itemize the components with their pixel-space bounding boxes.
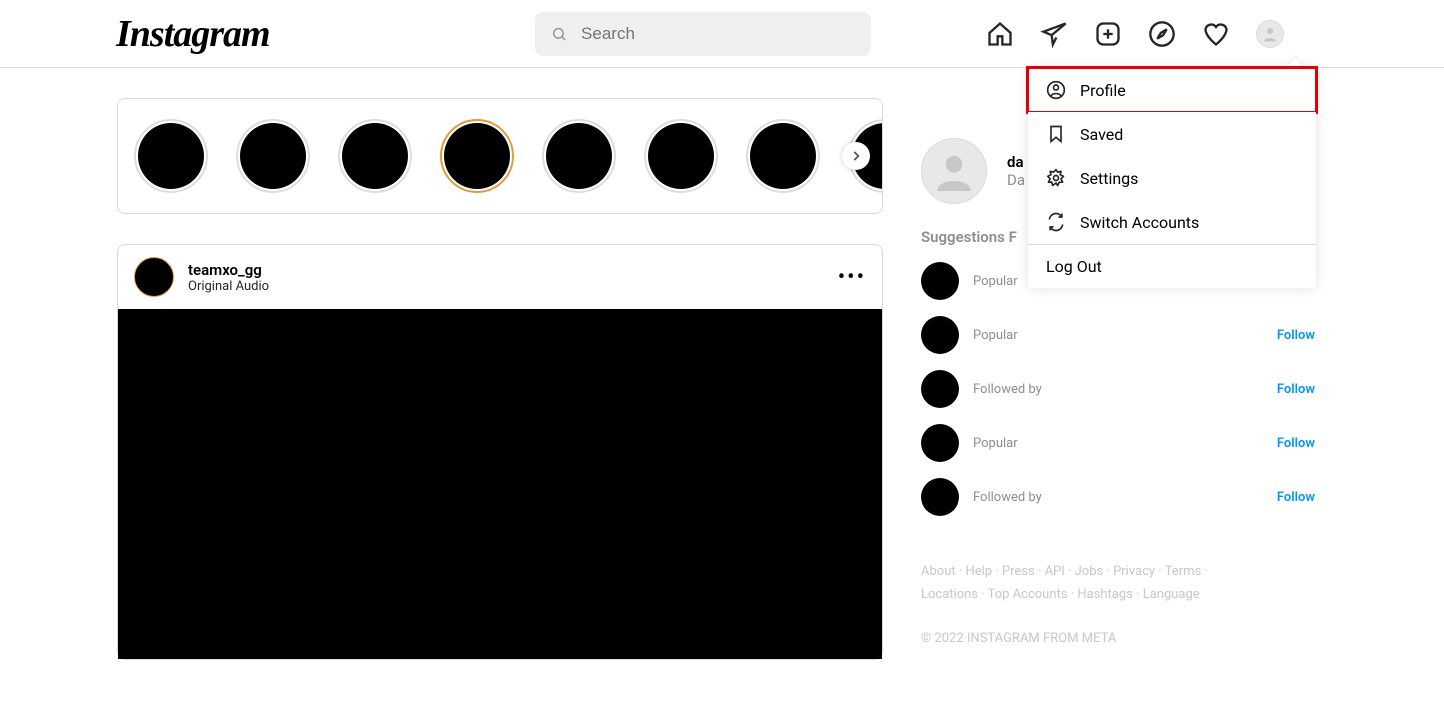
profile-displayname: Da — [1007, 171, 1025, 189]
post-media[interactable] — [118, 309, 882, 659]
copyright: © 2022 Instagram from Meta — [921, 631, 1327, 646]
search-box[interactable] — [535, 12, 871, 56]
post-avatar[interactable] — [134, 257, 174, 297]
follow-button[interactable]: Follow — [1277, 436, 1315, 451]
follow-button[interactable]: Follow — [1277, 490, 1315, 505]
explore-icon[interactable] — [1148, 20, 1176, 48]
dropdown-logout[interactable]: Log Out — [1028, 244, 1316, 288]
profile-avatar[interactable] — [921, 138, 987, 204]
story-item[interactable] — [644, 119, 718, 193]
follow-button[interactable]: Follow — [1277, 328, 1315, 343]
story-item[interactable] — [542, 119, 616, 193]
post-username[interactable]: teamxo_gg — [188, 261, 269, 279]
footer-links: About · Help · Press · API · Jobs · Priv… — [921, 560, 1327, 607]
messages-icon[interactable] — [1040, 20, 1068, 48]
activity-icon[interactable] — [1202, 20, 1230, 48]
profile-avatar-nav[interactable] — [1256, 20, 1284, 48]
dropdown-settings[interactable]: Settings — [1028, 156, 1316, 200]
suggestion-avatar[interactable] — [921, 478, 959, 516]
suggestion-meta: Followed by — [973, 490, 1042, 505]
dropdown-profile-label: Profile — [1080, 81, 1126, 100]
suggestion-avatar[interactable] — [921, 316, 959, 354]
post-subtext[interactable]: Original Audio — [188, 279, 269, 294]
suggestion-avatar[interactable] — [921, 424, 959, 462]
switch-icon — [1046, 212, 1066, 232]
suggestion-meta: Popular — [973, 274, 1018, 289]
suggestion-item: Followed by Follow — [921, 478, 1327, 516]
chevron-right-icon — [849, 149, 863, 163]
create-icon[interactable] — [1094, 20, 1122, 48]
settings-icon — [1046, 168, 1066, 188]
dropdown-profile[interactable]: Profile — [1028, 68, 1316, 112]
profile-username[interactable]: da — [1007, 153, 1025, 171]
post-more-button[interactable]: ••• — [838, 265, 866, 290]
dropdown-settings-label: Settings — [1080, 169, 1138, 188]
suggestion-avatar[interactable] — [921, 262, 959, 300]
dropdown-switch-label: Switch Accounts — [1080, 213, 1199, 232]
dropdown-logout-label: Log Out — [1046, 257, 1102, 276]
dropdown-saved-label: Saved — [1080, 125, 1123, 144]
stories-tray — [117, 98, 883, 214]
dropdown-saved[interactable]: Saved — [1028, 112, 1316, 156]
header: Instagram Profile Saved — [0, 0, 1444, 68]
profile-dropdown: Profile Saved Settings Switch Accounts L… — [1028, 68, 1316, 288]
story-item[interactable] — [134, 119, 208, 193]
story-item[interactable] — [440, 119, 514, 193]
stories-next-button[interactable] — [842, 142, 870, 170]
home-icon[interactable] — [986, 20, 1014, 48]
suggestion-item: Popular Follow — [921, 424, 1327, 462]
footer-links-line2[interactable]: Locations · Top Accounts · Hashtags · La… — [921, 587, 1200, 602]
logo[interactable]: Instagram — [116, 12, 270, 56]
suggestion-meta: Popular — [973, 328, 1018, 343]
post: teamxo_gg Original Audio ••• — [117, 244, 883, 660]
suggestion-meta: Followed by — [973, 382, 1042, 397]
search-input[interactable] — [581, 24, 855, 44]
follow-button[interactable]: Follow — [1277, 382, 1315, 397]
suggestion-item: Followed by Follow — [921, 370, 1327, 408]
profile-icon — [1046, 80, 1066, 100]
footer-links-line1[interactable]: About · Help · Press · API · Jobs · Priv… — [921, 564, 1208, 579]
search-icon — [551, 25, 567, 43]
bookmark-icon — [1046, 124, 1066, 144]
suggestion-meta: Popular — [973, 436, 1018, 451]
story-item[interactable] — [746, 119, 820, 193]
dropdown-switch[interactable]: Switch Accounts — [1028, 200, 1316, 244]
story-item[interactable] — [338, 119, 412, 193]
suggestion-avatar[interactable] — [921, 370, 959, 408]
story-item[interactable] — [236, 119, 310, 193]
suggestion-item: Popular Follow — [921, 316, 1327, 354]
